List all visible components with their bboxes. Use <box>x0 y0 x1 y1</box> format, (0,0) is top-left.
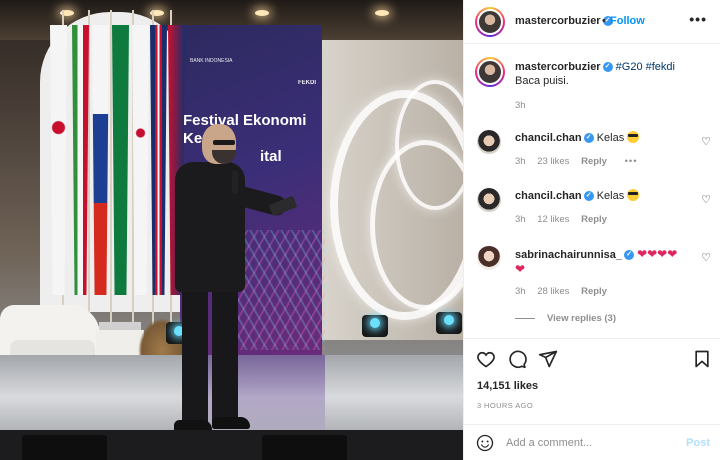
author-username[interactable]: mastercorbuzier ✓ <box>515 15 613 27</box>
emoji-icon[interactable] <box>476 434 494 452</box>
spotlight-glow <box>370 318 380 328</box>
comment-body: Kelas <box>596 132 625 144</box>
like-count[interactable]: 14,151 likes <box>477 380 538 392</box>
header-separator: • <box>602 15 606 27</box>
ceiling-lamp <box>255 10 269 16</box>
comment-meta: 3h 12 likes Reply <box>515 214 616 225</box>
verified-icon: ✓ <box>583 133 594 144</box>
comment-like-icon[interactable]: ♡ <box>701 251 711 264</box>
post-comment-button[interactable]: Post <box>686 437 710 449</box>
backdrop-title-3: ital <box>260 148 282 165</box>
caption-meta: 3h <box>515 100 535 111</box>
caption-body: Baca puisi. <box>515 75 569 87</box>
comment-username[interactable]: chancil.chan <box>515 190 582 202</box>
backdrop-title-1: Festival Ekonomi <box>183 112 307 129</box>
speaker-leg <box>182 285 208 427</box>
commenter-avatar[interactable] <box>477 246 501 270</box>
more-options-icon[interactable]: ••• <box>689 11 707 27</box>
view-replies-line <box>515 317 535 319</box>
add-comment-bar: Post <box>464 424 720 460</box>
red-heart-emoji: ❤ <box>515 262 526 276</box>
comment-meta: 3h 28 likes Reply <box>515 286 616 297</box>
caption-time[interactable]: 3h <box>515 100 526 111</box>
bookmark-icon[interactable] <box>692 349 712 369</box>
comment-time[interactable]: 3h <box>515 156 526 167</box>
comment-body: Kelas <box>596 190 625 202</box>
flag <box>150 25 167 295</box>
commenter-avatar[interactable] <box>477 130 501 154</box>
comment-likes[interactable]: 23 likes <box>537 156 569 167</box>
post-sidebar: mastercorbuzier ✓ • Follow ••• mastercorb… <box>463 0 720 460</box>
caption-hashtags[interactable]: #G20 #fekdi <box>616 61 675 73</box>
verified-icon: ✓ <box>583 191 594 202</box>
post-timestamp[interactable]: 3 HOURS AGO <box>477 401 533 410</box>
spotlight-glow <box>444 315 454 325</box>
view-replies-button[interactable]: View replies (3) <box>515 313 616 324</box>
comment-likes[interactable]: 12 likes <box>537 214 569 225</box>
post-image[interactable]: BANK INDONESIA FEKDI Festival Ekonomi Ke… <box>0 0 463 460</box>
speaker-shoe <box>212 417 250 429</box>
comment-likes[interactable]: 28 likes <box>537 286 569 297</box>
stage-monitor <box>262 435 347 460</box>
post-actions <box>464 338 720 374</box>
comment-text: sabrinachairunnisa_ ✓ ❤❤❤❤ ❤ <box>515 247 695 277</box>
comment-like-icon[interactable]: ♡ <box>701 135 711 148</box>
reply-button[interactable]: Reply <box>581 214 607 225</box>
caption-avatar[interactable] <box>475 57 505 87</box>
comment-username[interactable]: chancil.chan <box>515 132 582 144</box>
cool-face-emoji-icon <box>627 131 640 143</box>
cool-face-emoji-icon <box>627 189 640 201</box>
follow-button[interactable]: Follow <box>610 15 645 27</box>
microphone <box>232 170 238 194</box>
share-icon[interactable] <box>538 349 558 369</box>
flag-pole <box>110 10 112 340</box>
flag <box>112 25 129 295</box>
comment-username[interactable]: sabrinachairunnisa_ <box>515 249 622 261</box>
caption-username[interactable]: mastercorbuzier <box>515 61 601 73</box>
comment-text: chancil.chan ✓ Kelas <box>515 131 695 145</box>
comment-like-icon[interactable]: ♡ <box>701 193 711 206</box>
commenter-avatar[interactable] <box>477 188 501 212</box>
reply-button[interactable]: Reply <box>581 286 607 297</box>
reply-button[interactable]: Reply <box>581 156 607 167</box>
heart-icon[interactable] <box>476 349 496 369</box>
verified-icon: ✓ <box>602 62 613 73</box>
backdrop-graphic <box>235 230 325 350</box>
flag <box>72 25 89 295</box>
comment-time[interactable]: 3h <box>515 214 526 225</box>
post-header: mastercorbuzier ✓ • Follow ••• <box>464 0 720 44</box>
flag <box>132 25 149 295</box>
stage-monitor <box>22 435 107 460</box>
caption-text: mastercorbuzier ✓ #G20 #fekdi Baca puisi. <box>515 60 695 88</box>
verified-icon: ✓ <box>624 250 634 261</box>
flag <box>50 25 67 295</box>
comment-icon[interactable] <box>507 349 527 369</box>
comment-meta: 3h 23 likes Reply ••• <box>515 156 647 167</box>
speaker-sunglasses <box>213 140 235 145</box>
backdrop-logo: FEKDI <box>298 80 316 86</box>
comment-input[interactable] <box>506 434 676 452</box>
author-username-text[interactable]: mastercorbuzier <box>515 15 601 27</box>
backdrop-brand: BANK INDONESIA <box>190 58 233 64</box>
red-hearts-emoji: ❤❤❤❤ <box>637 247 678 261</box>
view-replies-label[interactable]: View replies (3) <box>547 313 616 324</box>
ceiling-lamp <box>375 10 389 16</box>
flag <box>92 25 109 295</box>
comment-more-icon[interactable]: ••• <box>625 156 638 167</box>
speaker-leg <box>212 285 238 425</box>
comment-text: chancil.chan ✓ Kelas <box>515 189 695 203</box>
comment-time[interactable]: 3h <box>515 286 526 297</box>
author-avatar[interactable] <box>475 7 505 37</box>
